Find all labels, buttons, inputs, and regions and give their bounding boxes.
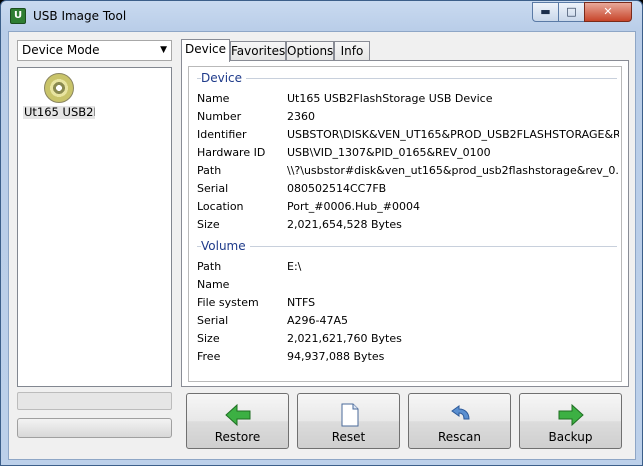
row-label: Size	[197, 332, 220, 345]
row-label: Serial	[197, 182, 229, 195]
close-button[interactable]: ✕	[584, 2, 632, 22]
volume-row-free: Free 94,937,088 Bytes	[197, 348, 617, 366]
device-list-item[interactable]: Ut165 USB2FlashS...	[23, 73, 95, 136]
row-label: Path	[197, 260, 222, 273]
volume-group-title: Volume	[201, 239, 250, 253]
volume-row-path: Path E:\	[197, 258, 617, 276]
tab-device[interactable]: Device	[181, 39, 230, 62]
row-value: 2,021,621,760 Bytes	[287, 332, 402, 345]
device-group-title: Device	[201, 71, 247, 85]
device-info-panel: Device Name Ut165 USB2FlashStorage USB D…	[188, 66, 622, 382]
row-label: Size	[197, 218, 220, 231]
refresh-icon	[450, 405, 470, 420]
main-window: U USB Image Tool ▬ □ ✕ Device Mode ▼ Ut1…	[0, 0, 643, 466]
group-divider	[197, 78, 617, 79]
reset-button-label: Reset	[331, 430, 366, 444]
maximize-icon: □	[566, 5, 577, 18]
volume-row-serial: Serial A296-47A5	[197, 312, 617, 330]
volume-row-file-system: File system NTFS	[197, 294, 617, 312]
restore-button[interactable]: Restore	[186, 393, 289, 449]
tab-label: Options	[287, 44, 334, 58]
device-row-name: Name Ut165 USB2FlashStorage USB Device	[197, 90, 617, 108]
row-label: Name	[197, 92, 230, 105]
minimize-icon: ▬	[540, 5, 551, 18]
row-value: USB\VID_1307&PID_0165&REV_0100	[287, 146, 491, 159]
row-label: Name	[197, 278, 230, 291]
status-bar	[17, 392, 172, 410]
device-tab-panel: Device Name Ut165 USB2FlashStorage USB D…	[181, 60, 629, 387]
title-bar[interactable]: U USB Image Tool ▬ □ ✕	[1, 1, 642, 31]
row-value: USBSTOR\DISK&VEN_UT165&PROD_USB2FLASHSTO…	[287, 128, 619, 141]
row-label: Path	[197, 164, 222, 177]
tab-options[interactable]: Options	[286, 41, 334, 61]
row-label: Free	[197, 350, 221, 363]
device-row-serial: Serial 080502514CC7FB	[197, 180, 617, 198]
row-value: 2360	[287, 110, 315, 123]
device-row-identifier: Identifier USBSTOR\DISK&VEN_UT165&PROD_U…	[197, 126, 619, 144]
arrow-right-icon	[558, 403, 584, 427]
backup-button[interactable]: Backup	[519, 393, 622, 449]
row-value: 080502514CC7FB	[287, 182, 387, 195]
progress-bar	[17, 418, 172, 438]
disc-icon	[44, 73, 74, 103]
mode-dropdown-value: Device Mode	[22, 43, 100, 57]
chevron-down-icon: ▼	[160, 45, 167, 55]
device-list[interactable]: Ut165 USB2FlashS...	[17, 67, 172, 387]
reset-button[interactable]: Reset	[297, 393, 400, 449]
device-row-hardware-id: Hardware ID USB\VID_1307&PID_0165&REV_01…	[197, 144, 617, 162]
row-value: NTFS	[287, 296, 316, 309]
row-value: A296-47A5	[287, 314, 349, 327]
row-value: 94,937,088 Bytes	[287, 350, 385, 363]
arrow-left-icon	[224, 403, 250, 427]
row-label: File system	[197, 296, 259, 309]
row-value: E:\	[287, 260, 302, 273]
tab-favorites[interactable]: Favorites	[230, 41, 286, 61]
device-list-item-label: Ut165 USB2FlashS...	[23, 106, 95, 119]
device-row-location: Location Port_#0006.Hub_#0004	[197, 198, 617, 216]
volume-row-size: Size 2,021,621,760 Bytes	[197, 330, 617, 348]
tab-label: Info	[340, 44, 364, 58]
backup-button-label: Backup	[548, 430, 593, 444]
row-label: Hardware ID	[197, 146, 266, 159]
tab-label: Device	[184, 42, 227, 56]
app-icon: U	[10, 8, 26, 24]
minimize-button[interactable]: ▬	[532, 2, 559, 22]
row-value: Ut165 USB2FlashStorage USB Device	[287, 92, 493, 105]
row-label: Identifier	[197, 128, 247, 141]
tab-label: Favorites	[231, 44, 286, 58]
row-label: Serial	[197, 314, 229, 327]
close-icon: ✕	[603, 5, 613, 18]
window-title: USB Image Tool	[33, 9, 127, 23]
row-value: 2,021,654,528 Bytes	[287, 218, 402, 231]
volume-row-name: Name	[197, 276, 617, 294]
device-row-number: Number 2360	[197, 108, 617, 126]
device-row-size: Size 2,021,654,528 Bytes	[197, 216, 617, 234]
row-label: Number	[197, 110, 242, 123]
device-row-path: Path \\?\usbstor#disk&ven_ut165&prod_usb…	[197, 162, 619, 180]
restore-button-label: Restore	[214, 430, 261, 444]
row-label: Location	[197, 200, 244, 213]
rescan-button[interactable]: Rescan	[408, 393, 511, 449]
mode-dropdown[interactable]: Device Mode ▼	[17, 40, 172, 61]
row-value: Port_#0006.Hub_#0004	[287, 200, 420, 213]
maximize-button[interactable]: □	[558, 2, 585, 22]
client-area: Device Mode ▼ Ut165 USB2FlashS... Device…	[8, 31, 636, 460]
rescan-button-label: Rescan	[438, 430, 481, 444]
document-icon	[341, 403, 358, 427]
row-value: \\?\usbstor#disk&ven_ut165&prod_usb2flas…	[287, 164, 619, 177]
tab-info[interactable]: Info	[334, 41, 370, 61]
group-divider	[197, 246, 617, 247]
